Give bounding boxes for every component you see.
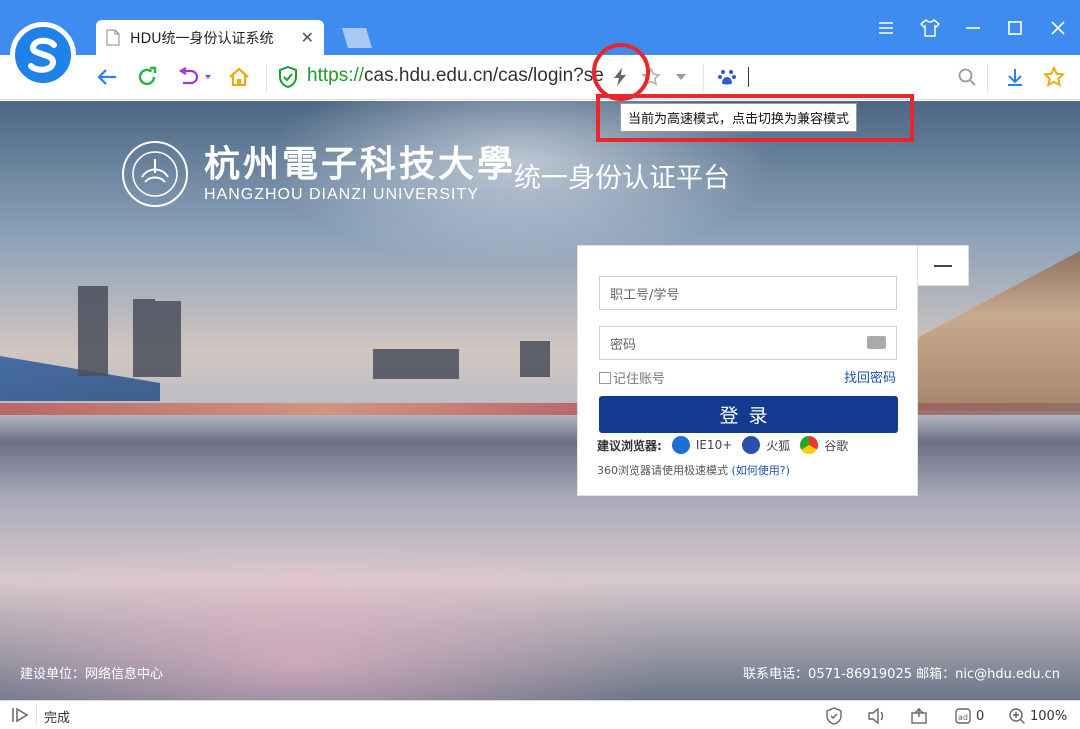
university-name-cn: 杭州電子科技大學 (204, 143, 517, 185)
password-field[interactable]: 密码 (599, 326, 897, 360)
document-icon (106, 29, 120, 46)
tip-360-text: 360浏览器请使用极速模式 (597, 464, 728, 477)
collapse-panel-button[interactable] (917, 245, 969, 286)
building (520, 341, 550, 377)
zoom-control[interactable]: 100% (1008, 707, 1067, 725)
maximize-button[interactable] (1001, 14, 1029, 42)
tip-360: 360浏览器请使用极速模式 (如何使用?) (597, 462, 790, 478)
search-input[interactable] (748, 67, 749, 87)
remember-label: 记住账号 (613, 372, 666, 387)
footer-contact: 联系电话：0571-86919025 邮箱：nic@hdu.edu.cn (743, 667, 1060, 682)
password-placeholder: 密码 (610, 337, 637, 353)
remember-account[interactable]: 记住账号 (599, 368, 665, 387)
undo-close-button[interactable] (175, 64, 215, 90)
favorites-star-icon[interactable] (1041, 64, 1067, 90)
browser-tab[interactable]: HDU统一身份认证系统 ✕ (96, 20, 324, 55)
refresh-icon (138, 66, 157, 86)
address-dropdown-icon[interactable] (668, 64, 694, 90)
sound-icon[interactable] (867, 707, 887, 725)
browser-s-icon (28, 37, 57, 73)
browser-chrome[interactable]: 谷歌 (824, 437, 848, 454)
new-tab-button[interactable] (339, 28, 373, 48)
ie-icon (671, 436, 690, 454)
track-horizon (0, 403, 1080, 415)
home-button[interactable] (226, 64, 252, 90)
url-text: cas.hdu.edu.cn/cas/login?se (364, 65, 604, 86)
svg-text:ad: ad (958, 713, 968, 722)
recommend-label: 建议浏览器: (597, 438, 662, 453)
tab-close-icon[interactable]: ✕ (301, 28, 314, 47)
remember-checkbox[interactable] (599, 371, 611, 384)
browser-ie[interactable]: IE10+ (696, 438, 732, 452)
building (373, 349, 459, 379)
window-manage-icon[interactable] (910, 707, 928, 725)
status-count: 0 (976, 708, 985, 724)
browser-navbar: https://cas.hdu.edu.cn/cas/login?se (0, 55, 1080, 100)
minus-icon (934, 264, 952, 267)
browser-titlebar: HDU统一身份认证系统 ✕ (0, 0, 1080, 55)
divider (703, 64, 704, 92)
building (78, 286, 108, 376)
divider (266, 64, 267, 92)
keyboard-icon[interactable] (867, 336, 886, 349)
university-name-en: HANGZHOU DIANZI UNIVERSITY (204, 186, 479, 203)
chrome-icon (800, 436, 819, 454)
username-field[interactable]: 职工号/学号 (599, 276, 897, 310)
url-protocol: https:// (307, 65, 365, 86)
footer-builder: 建设单位：网络信息中心 (20, 667, 164, 682)
zoom-level: 100% (1030, 708, 1068, 724)
login-button[interactable]: 登录 (599, 396, 898, 433)
arrow-left-icon (97, 69, 116, 85)
speed-mode-tooltip: 当前为高速模式，点击切换为兼容模式 (620, 103, 858, 132)
zoom-icon (1009, 708, 1025, 724)
undo-icon (178, 67, 211, 85)
platform-title: 统一身份认证平台 (514, 163, 730, 194)
status-text: 完成 (44, 711, 71, 726)
sogou-browser-logo[interactable] (10, 22, 76, 88)
home-icon (229, 67, 249, 87)
firefox-icon (742, 436, 761, 454)
building (133, 299, 155, 377)
download-status[interactable]: ad 0 (954, 707, 984, 725)
divider (36, 705, 37, 725)
university-emblem-icon (122, 141, 188, 207)
security-shield-icon[interactable] (825, 707, 843, 725)
browser-statusbar: 完成 ad 0 100% (0, 700, 1080, 729)
back-button[interactable] (94, 64, 120, 90)
menu-icon[interactable] (872, 14, 900, 42)
annotation-circle (592, 43, 650, 101)
search-icon[interactable] (954, 64, 980, 90)
adblock-icon: ad (955, 708, 971, 724)
refresh-button[interactable] (134, 64, 160, 90)
forgot-password-link[interactable]: 找回密码 (844, 367, 896, 386)
secure-shield-icon[interactable] (275, 64, 301, 90)
address-bar[interactable]: https://cas.hdu.edu.cn/cas/login?se (307, 65, 607, 87)
download-icon[interactable] (1002, 64, 1028, 90)
sidebar-toggle-icon[interactable] (12, 707, 30, 723)
minimize-button[interactable] (959, 14, 987, 42)
login-panel: 职工号/学号 密码 记住账号 找回密码 登录 建议浏览器: IE10+ 火狐 谷… (577, 245, 918, 496)
login-page-background: 杭州電子科技大學 HANGZHOU DIANZI UNIVERSITY 统一身份… (0, 101, 1080, 700)
close-window-button[interactable] (1044, 14, 1072, 42)
recommended-browsers: 建议浏览器: IE10+ 火狐 谷歌 (597, 436, 848, 454)
university-brand: 杭州電子科技大學 HANGZHOU DIANZI UNIVERSITY (122, 141, 516, 207)
how-to-use-link[interactable]: (如何使用?) (732, 464, 790, 477)
baidu-paw-icon[interactable] (714, 64, 740, 90)
tab-title: HDU统一身份认证系统 (130, 30, 274, 47)
browser-firefox[interactable]: 火狐 (766, 437, 790, 454)
skin-shirt-icon[interactable] (916, 14, 944, 42)
divider (987, 64, 988, 92)
building (155, 301, 181, 377)
